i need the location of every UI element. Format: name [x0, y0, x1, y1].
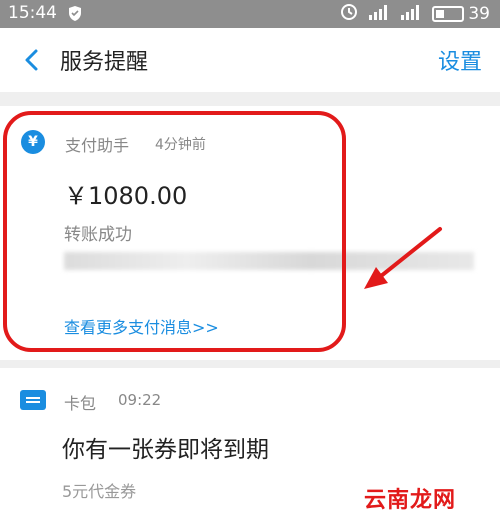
- highlight-annotation: [3, 111, 346, 352]
- chevron-left-icon: [25, 49, 38, 71]
- signal-icon: [368, 4, 390, 24]
- notification-time: 09:22: [118, 391, 162, 409]
- signal-icon-2: [400, 4, 422, 24]
- back-button[interactable]: [18, 46, 46, 74]
- notification-subtitle: 5元代金券: [62, 482, 137, 501]
- page-title: 服务提醒: [60, 50, 149, 75]
- notification-source: 卡包: [64, 394, 97, 413]
- status-time: 15:44: [8, 3, 57, 23]
- battery-level: 39: [468, 4, 490, 24]
- alarm-icon: [340, 3, 358, 25]
- settings-button[interactable]: 设置: [438, 44, 482, 76]
- notification-title: 你有一张券即将到期: [62, 437, 269, 463]
- shield-icon: [68, 5, 82, 26]
- arrow-annotation-icon: [360, 225, 445, 299]
- nav-bar: 服务提醒 设置: [0, 28, 500, 92]
- status-bar: 15:44 39: [0, 0, 500, 28]
- battery-icon: [432, 6, 465, 22]
- card-package-icon: [20, 390, 46, 410]
- watermark: 云南龙网: [364, 488, 457, 513]
- battery-indicator: 39: [432, 4, 490, 24]
